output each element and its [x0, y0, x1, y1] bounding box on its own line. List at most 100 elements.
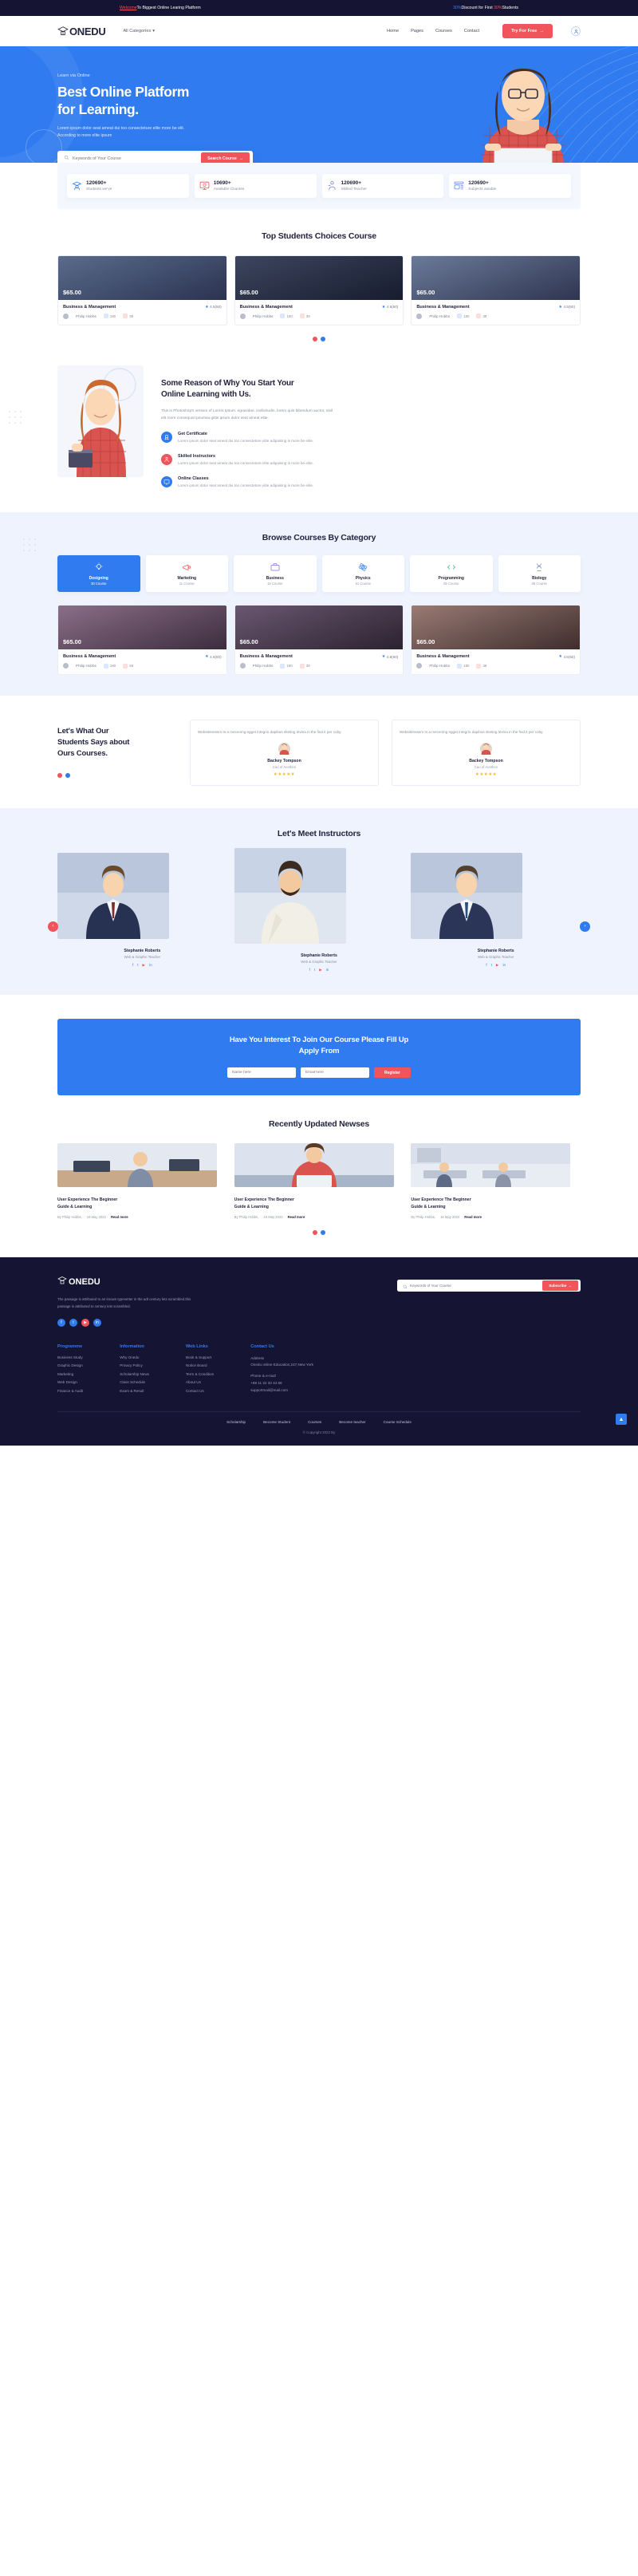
instructor-card[interactable]: Stephanie Roberts Web & Graphic Teacher …	[234, 847, 404, 972]
register-button[interactable]: Register	[373, 1067, 411, 1079]
try-for-free-button[interactable]: Try For Free →	[502, 24, 553, 38]
course-body: Business & Management ★ 4.5(50) Philip Ho…	[235, 300, 404, 325]
linkedin-icon[interactable]: in	[502, 963, 506, 968]
news-card[interactable]: User Experience The Beginner Guide & Lea…	[411, 1143, 581, 1219]
footer-subscribe: Subscribe →	[397, 1275, 581, 1327]
carousel-next-button[interactable]: ›	[580, 921, 590, 932]
category-tab-business[interactable]: Business 19 Course	[234, 554, 317, 593]
footer-bottom-link[interactable]: Scholarship	[226, 1420, 246, 1424]
footer-logo[interactable]: ONEDU	[57, 1275, 197, 1289]
linkedin-icon[interactable]: in	[326, 968, 329, 972]
cta-name-input[interactable]	[226, 1067, 296, 1079]
category-tab-physics[interactable]: Physics 61 Course	[321, 554, 404, 593]
footer-link[interactable]: Book & Support	[186, 1355, 214, 1359]
facebook-icon[interactable]: f	[309, 968, 310, 972]
nav-item-home[interactable]: Home	[387, 29, 399, 34]
footer-link[interactable]: Web Design	[57, 1380, 83, 1384]
cta-email-input[interactable]	[300, 1067, 369, 1079]
linkedin-icon[interactable]: in	[93, 1318, 101, 1327]
footer-link[interactable]: Finance & Audit	[57, 1389, 83, 1393]
footer-link[interactable]: Contact Us	[186, 1389, 214, 1393]
instructor-card[interactable]: Stephanie Roberts Web & Graphic Teacher …	[57, 852, 227, 968]
course-card[interactable]: $65.00 Business & Management ★ 4.5(50) Ph…	[234, 254, 404, 325]
reason-photo	[57, 365, 144, 477]
course-views: 180	[280, 663, 293, 669]
category-tab-marketing[interactable]: Marketing 11 Course	[145, 554, 228, 593]
footer-link[interactable]: Term & Condition	[186, 1372, 214, 1376]
footer-link[interactable]: Graphic Design	[57, 1363, 83, 1367]
hero-image-block	[297, 46, 581, 176]
testimonial-quote: Websitenessm In a mecening egget integri…	[198, 730, 342, 735]
news-card[interactable]: User Experience The Beginner Guide & Lea…	[234, 1143, 404, 1219]
twitter-icon[interactable]: t	[69, 1318, 77, 1327]
carousel-dot-prev[interactable]	[313, 1230, 317, 1236]
cta-banner: Have You Interest To Join Our Course Ple…	[57, 1018, 581, 1096]
twitter-icon[interactable]: t	[491, 963, 492, 968]
footer-link[interactable]: Scholarship News	[120, 1372, 149, 1376]
logo[interactable]: ONEDU	[57, 26, 106, 37]
category-tab-designing[interactable]: Designing 30 Course	[57, 554, 140, 593]
course-author: Philip Hobbs	[76, 664, 96, 669]
facebook-icon[interactable]: f	[132, 963, 133, 968]
welcome-link[interactable]: Welcome	[120, 6, 137, 10]
footer-link[interactable]: Marketing	[57, 1372, 83, 1376]
youtube-icon[interactable]: ▶	[496, 963, 499, 968]
course-views: 180	[280, 314, 293, 318]
carousel-prev-button[interactable]: ‹	[48, 921, 58, 932]
youtube-icon[interactable]: ▶	[81, 1318, 89, 1327]
twitter-icon[interactable]: t	[137, 963, 138, 968]
hero-search-input[interactable]	[73, 156, 202, 161]
footer-search-input[interactable]	[410, 1284, 543, 1288]
category-tab-biology[interactable]: Biology 08 Course	[498, 554, 581, 593]
course-card[interactable]: $65.00 Business & Management ★ 4.5(50) Ph…	[411, 254, 581, 325]
footer-search-bar[interactable]: Subscribe →	[397, 1280, 581, 1292]
category-tab-programming[interactable]: Programming 09 Course	[410, 554, 493, 593]
course-card[interactable]: $65.00 Business & Management ★ 4.5(50) Ph…	[57, 605, 227, 676]
footer-bottom-link[interactable]: Course Schedule	[384, 1420, 412, 1424]
all-categories-dropdown[interactable]: All Categories ▾	[123, 29, 155, 34]
news-card[interactable]: User Experience The Beginner Guide & Lea…	[57, 1143, 227, 1219]
footer-link[interactable]: Notice Board	[186, 1363, 214, 1367]
cta-form: Register	[70, 1067, 568, 1079]
course-meta: Philip Hobbs 180 38	[63, 663, 222, 669]
news-read-more[interactable]: Read more	[464, 1215, 482, 1219]
star-icon: ★	[381, 654, 386, 660]
course-body: Business & Management ★ 4.5(50) Philip Ho…	[412, 649, 580, 674]
course-card[interactable]: $65.00 Business & Management ★ 4.5(50) Ph…	[234, 605, 404, 676]
footer-link[interactable]: Why Onedu	[120, 1355, 149, 1359]
footer-bottom-link[interactable]: Become Student	[263, 1420, 290, 1424]
announcement-tagline: To Biggest Online Learing Platform	[136, 6, 201, 10]
course-thumbnail: $65.00	[234, 255, 404, 300]
subscribe-button[interactable]: Subscribe →	[542, 1280, 578, 1292]
footer-bottom-link[interactable]: Become teacher	[339, 1420, 365, 1424]
nav-item-pages[interactable]: Pages	[411, 29, 423, 34]
footer-link[interactable]: Business Study	[57, 1355, 83, 1359]
course-price: $65.00	[239, 288, 258, 296]
course-card[interactable]: $65.00 Business & Management ★ 4.5(50) Ph…	[57, 254, 227, 325]
course-comments: 38	[476, 314, 486, 318]
instructor-card[interactable]: Stephanie Roberts Web & Graphic Teacher …	[411, 852, 581, 968]
carousel-dot-next[interactable]	[65, 773, 70, 779]
facebook-icon[interactable]: f	[57, 1318, 65, 1327]
course-card[interactable]: $65.00 Business & Management ★ 4.5(50) Ph…	[411, 605, 581, 676]
graduation-cap-icon	[57, 1275, 67, 1289]
footer-link[interactable]: About Us	[186, 1380, 214, 1384]
carousel-dot-prev[interactable]	[57, 773, 62, 779]
nav-item-courses[interactable]: Courses	[435, 29, 452, 34]
footer-about: The passage is attributed to an known ty…	[57, 1297, 191, 1308]
youtube-icon[interactable]: ▶	[143, 963, 146, 968]
carousel-dot-next[interactable]	[321, 1230, 325, 1236]
scroll-to-top-button[interactable]: ▲	[616, 1414, 627, 1426]
twitter-icon[interactable]: t	[314, 968, 315, 972]
footer-link[interactable]: Class Schedule	[120, 1380, 149, 1384]
footer-link[interactable]: Privacy Policy	[120, 1363, 149, 1367]
youtube-icon[interactable]: ▶	[319, 968, 322, 972]
news-read-more[interactable]: Read more	[111, 1215, 128, 1219]
nav-item-contact[interactable]: Contact	[464, 29, 479, 34]
user-account-icon[interactable]	[571, 26, 581, 36]
course-views: 180	[457, 663, 469, 669]
footer-bottom-link[interactable]: Courses	[308, 1420, 321, 1424]
linkedin-icon[interactable]: in	[149, 963, 152, 968]
footer-link[interactable]: Exam & Result	[120, 1389, 149, 1393]
news-read-more[interactable]: Read more	[288, 1215, 305, 1219]
